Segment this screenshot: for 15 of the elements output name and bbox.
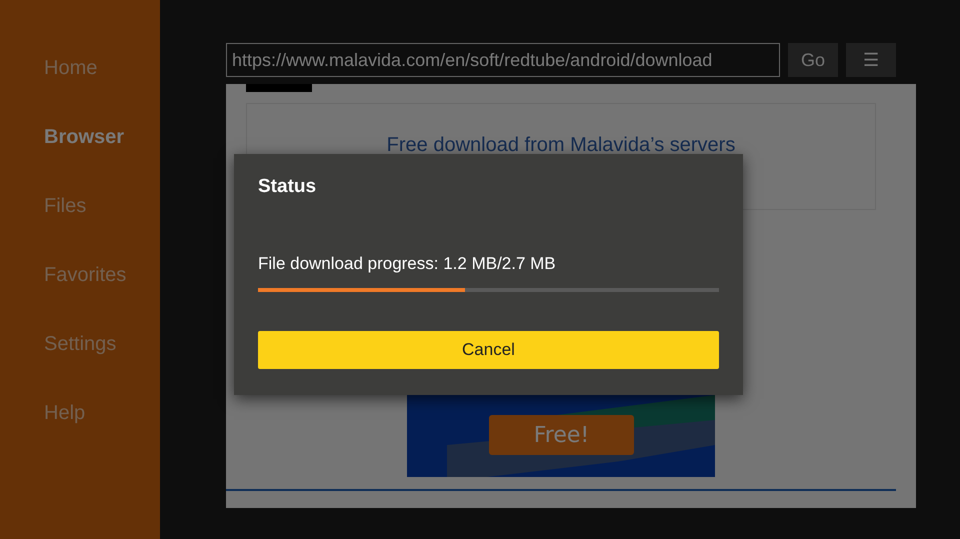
go-button[interactable]: Go xyxy=(788,43,838,77)
sidebar-item[interactable]: Favorites xyxy=(0,261,160,289)
download-link[interactable]: Free download from Malavida’s servers xyxy=(386,134,736,158)
progress-message: File download progress: 1.2 MB/2.7 MB xyxy=(258,254,557,275)
free-button[interactable]: Free! xyxy=(489,415,634,455)
sidebar-item[interactable]: Home xyxy=(0,54,160,82)
address-field[interactable]: https://www.malavida.com/en/soft/redtube/android/download xyxy=(226,43,780,77)
page-header-bar xyxy=(246,84,312,92)
dialog-title: Status xyxy=(258,176,318,199)
sidebar-item[interactable]: Settings xyxy=(0,330,160,358)
sidebar-item[interactable]: Files xyxy=(0,192,160,220)
menu-button[interactable]: ☰ xyxy=(846,43,896,77)
cancel-button[interactable]: Cancel xyxy=(258,331,719,369)
sidebar-item[interactable]: Browser xyxy=(0,123,160,151)
sidebar-item[interactable]: Help xyxy=(0,399,160,427)
